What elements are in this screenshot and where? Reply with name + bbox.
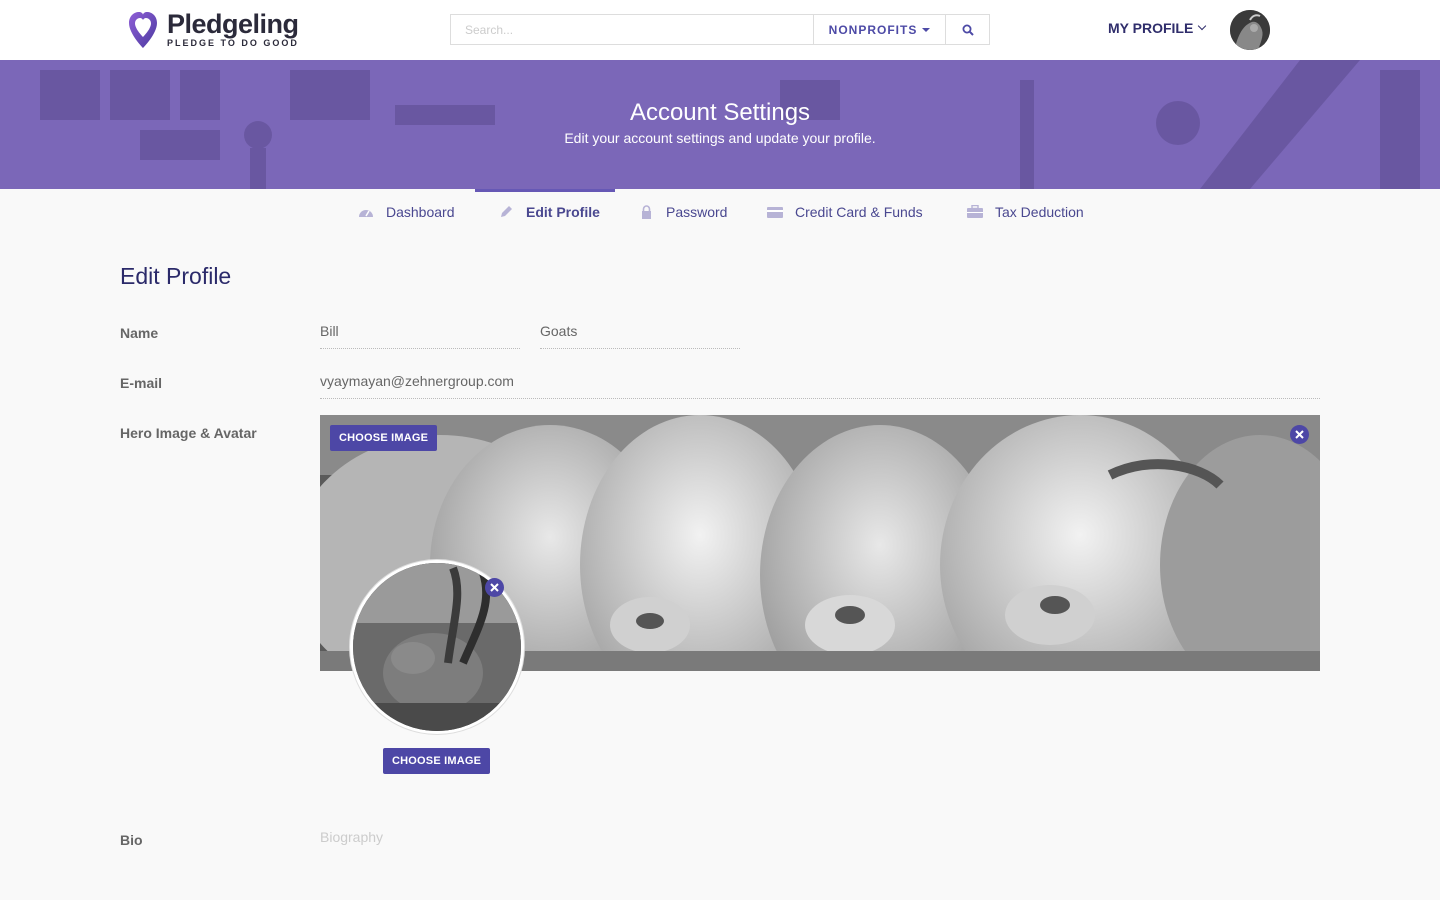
tab-tax-deduction[interactable]: Tax Deduction	[967, 189, 1084, 234]
choose-avatar-button[interactable]: CHOOSE IMAGE	[383, 748, 491, 774]
dashboard-icon	[359, 209, 373, 217]
bio-label: Bio	[120, 832, 143, 848]
hero-image-label: Hero Image & Avatar	[120, 425, 257, 441]
search-group: NONPROFITS	[450, 14, 990, 45]
close-icon	[490, 583, 499, 592]
section-title: Edit Profile	[120, 263, 232, 289]
tab-dashboard[interactable]: Dashboard	[358, 189, 455, 234]
top-navbar: Pledgeling PLEDGE TO DO GOOD NONPROFITS …	[0, 0, 1440, 60]
avatar-photo	[1230, 10, 1270, 50]
settings-tabs: Dashboard Edit Profile Password Credit C…	[0, 189, 1440, 234]
hero-banner: Account Settings Edit your account setti…	[0, 60, 1440, 189]
my-profile-label: MY PROFILE	[1108, 20, 1194, 36]
choose-hero-image-button[interactable]: CHOOSE IMAGE	[330, 425, 438, 451]
tab-label: Password	[666, 203, 728, 220]
page-title: Account Settings	[629, 99, 811, 126]
logo-name: Pledgeling	[167, 9, 299, 39]
page-subtitle: Edit your account settings and update yo…	[564, 130, 876, 146]
tab-label: Credit Card & Funds	[795, 203, 923, 220]
nonprofits-label: NONPROFITS	[828, 22, 918, 37]
lock-icon	[642, 204, 651, 219]
nonprofits-dropdown[interactable]: NONPROFITS	[814, 14, 946, 45]
last-name-field[interactable]	[540, 313, 740, 349]
email-field[interactable]	[320, 363, 1320, 399]
first-name-field[interactable]	[320, 313, 520, 349]
name-label: Name	[120, 325, 159, 341]
my-profile-menu[interactable]: MY PROFILE	[1108, 20, 1207, 36]
email-label: E-mail	[120, 375, 163, 391]
tab-credit-card[interactable]: Credit Card & Funds	[767, 189, 923, 234]
tab-label: Tax Deduction	[995, 203, 1084, 220]
logo[interactable]: Pledgeling PLEDGE TO DO GOOD	[127, 10, 299, 50]
remove-hero-image-button[interactable]	[1290, 425, 1309, 444]
chevron-down-icon	[1198, 21, 1207, 31]
credit-card-icon	[767, 206, 783, 218]
bio-field[interactable]	[320, 822, 1320, 852]
close-icon	[1295, 430, 1304, 439]
caret-down-icon	[922, 27, 931, 32]
search-input[interactable]	[450, 14, 814, 45]
tab-label: Edit Profile	[526, 203, 600, 220]
pencil-icon	[501, 205, 512, 217]
search-button[interactable]	[946, 14, 990, 45]
header-avatar[interactable]	[1230, 10, 1270, 50]
tab-edit-profile[interactable]: Edit Profile	[475, 189, 615, 234]
briefcase-icon	[967, 204, 983, 218]
tab-label: Dashboard	[386, 203, 455, 220]
search-icon	[962, 24, 974, 36]
remove-avatar-button[interactable]	[485, 578, 504, 597]
logo-tagline: PLEDGE TO DO GOOD	[167, 38, 299, 48]
tab-password[interactable]: Password	[638, 189, 727, 234]
heart-pin-icon	[129, 12, 157, 48]
